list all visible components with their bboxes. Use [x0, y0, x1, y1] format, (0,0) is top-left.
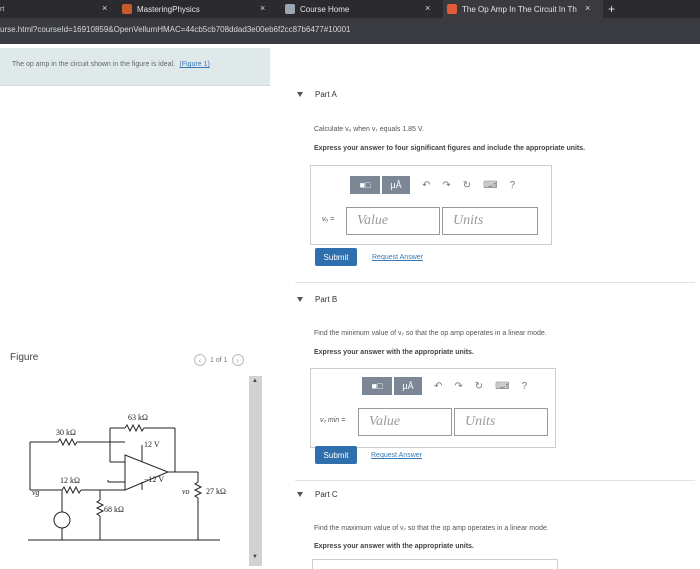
prev-figure-button[interactable]: ‹: [194, 354, 206, 366]
part-b-header[interactable]: Part B: [297, 295, 337, 304]
part-a-title: Part A: [315, 90, 337, 99]
units-button[interactable]: μÅ: [382, 176, 410, 194]
resistor-27k-label: 27 kΩ: [206, 487, 226, 496]
address-bar[interactable]: urse.html?courseId=16910859&OpenVellumHM…: [0, 18, 700, 44]
close-tab-icon[interactable]: ×: [102, 3, 107, 13]
url-text: urse.html?courseId=16910859&OpenVellumHM…: [0, 25, 351, 34]
tab-label: MasteringPhysics: [137, 4, 200, 14]
part-a-submit-button[interactable]: Submit: [315, 248, 357, 266]
close-tab-icon[interactable]: ×: [425, 3, 430, 13]
mastering-favicon-icon: [122, 4, 132, 14]
close-tab-icon[interactable]: ×: [585, 3, 590, 13]
vg-label: vg: [32, 488, 40, 497]
redo-icon[interactable]: ↷: [442, 180, 450, 191]
part-b-question: Find the minimum value of v₇ so that the…: [314, 330, 547, 337]
part-a-units-input[interactable]: Units: [442, 207, 538, 235]
help-icon[interactable]: ?: [510, 180, 516, 191]
reset-icon[interactable]: ↻: [475, 381, 483, 392]
vpos-label: 12 V: [144, 440, 160, 449]
figure-heading: Figure: [10, 352, 39, 363]
tab-label: The Op Amp In The Circuit In Th: [462, 4, 577, 14]
chegg-favicon-icon: [447, 4, 457, 14]
undo-icon[interactable]: ↶: [434, 381, 442, 392]
part-b-request-answer[interactable]: Request Answer: [371, 452, 422, 459]
next-figure-button[interactable]: ›: [231, 354, 244, 366]
keyboard-icon[interactable]: ⌨: [495, 381, 509, 392]
part-b-instruction: Express your answer with the appropriate…: [314, 349, 474, 356]
collapse-icon: [297, 492, 303, 498]
part-c-question: Find the maximum value of v₇ so that the…: [314, 525, 549, 532]
scroll-up-icon[interactable]: ▲: [252, 378, 258, 384]
resistor-63k-label: 63 kΩ: [128, 413, 148, 422]
tab-course-home[interactable]: Course Home ×: [285, 0, 435, 18]
part-a-question: Calculate vₒ when v₇ equals 1.85 V.: [314, 126, 424, 133]
part-a-header[interactable]: Part A: [297, 90, 337, 99]
resistor-68k-label: 68 kΩ: [104, 505, 124, 514]
browser-tab-bar: rt × MasteringPhysics × Course Home × Th…: [0, 0, 700, 18]
vo-label: vo: [182, 487, 190, 496]
template-button[interactable]: ■□: [362, 377, 392, 395]
keyboard-icon[interactable]: ⌨: [483, 180, 497, 191]
tab-mastering[interactable]: × MasteringPhysics ×: [90, 0, 270, 18]
tab-label: Course Home: [300, 4, 350, 14]
figure-pager: ‹ 1 of 1 ›: [194, 354, 244, 366]
part-b-value-input[interactable]: Value: [358, 408, 452, 436]
part-b-var-label: v₇ min =: [320, 417, 346, 424]
close-tab-icon[interactable]: ×: [260, 3, 265, 13]
new-tab-button[interactable]: +: [608, 0, 615, 18]
collapse-icon: [297, 297, 303, 303]
vneg-label: −12 V: [144, 475, 164, 484]
part-c-answer-box: [312, 559, 558, 569]
help-icon[interactable]: ?: [522, 381, 528, 392]
template-button[interactable]: ■□: [350, 176, 380, 194]
course-favicon-icon: [285, 4, 295, 14]
undo-icon[interactable]: ↶: [422, 180, 430, 191]
part-c-title: Part C: [315, 490, 338, 499]
figure-scrollbar[interactable]: ▲ ▼: [249, 376, 262, 566]
part-c-header[interactable]: Part C: [297, 490, 338, 499]
part-b-submit-button[interactable]: Submit: [315, 446, 357, 464]
figure-link[interactable]: (Figure 1): [179, 61, 209, 68]
reset-icon[interactable]: ↻: [463, 180, 471, 191]
resistor-30k-label: 30 kΩ: [56, 428, 76, 437]
part-a-instruction: Express your answer to four significant …: [314, 145, 586, 152]
part-b-units-input[interactable]: Units: [454, 408, 548, 436]
tab-fragment: rt: [0, 5, 5, 13]
divider: [295, 480, 695, 481]
circuit-diagram: 30 kΩ 63 kΩ 12 kΩ 68 kΩ 27 kΩ 12 V −12 V…: [28, 413, 226, 541]
redo-icon[interactable]: ↷: [454, 381, 462, 392]
part-b-toolbar: ■□ μÅ ↶ ↷ ↻ ⌨ ?: [362, 377, 527, 395]
part-b-title: Part B: [315, 295, 338, 304]
part-a-var-label: vₒ =: [322, 216, 335, 223]
part-a-value-input[interactable]: Value: [346, 207, 440, 235]
problem-statement: The op amp in the circuit shown in the f…: [0, 48, 270, 86]
divider: [295, 282, 695, 283]
tab-op-amp[interactable]: The Op Amp In The Circuit In Th ×: [443, 0, 603, 18]
part-a-toolbar: ■□ μÅ ↶ ↷ ↻ ⌨ ?: [350, 176, 515, 194]
pager-text: 1 of 1: [210, 356, 228, 364]
resistor-12k-label: 12 kΩ: [60, 476, 80, 485]
collapse-icon: [297, 92, 303, 98]
part-c-instruction: Express your answer with the appropriate…: [314, 543, 474, 550]
statement-text: The op amp in the circuit shown in the f…: [12, 61, 176, 68]
units-button[interactable]: μÅ: [394, 377, 422, 395]
part-a-request-answer[interactable]: Request Answer: [372, 254, 423, 261]
scroll-down-icon[interactable]: ▼: [252, 554, 258, 560]
